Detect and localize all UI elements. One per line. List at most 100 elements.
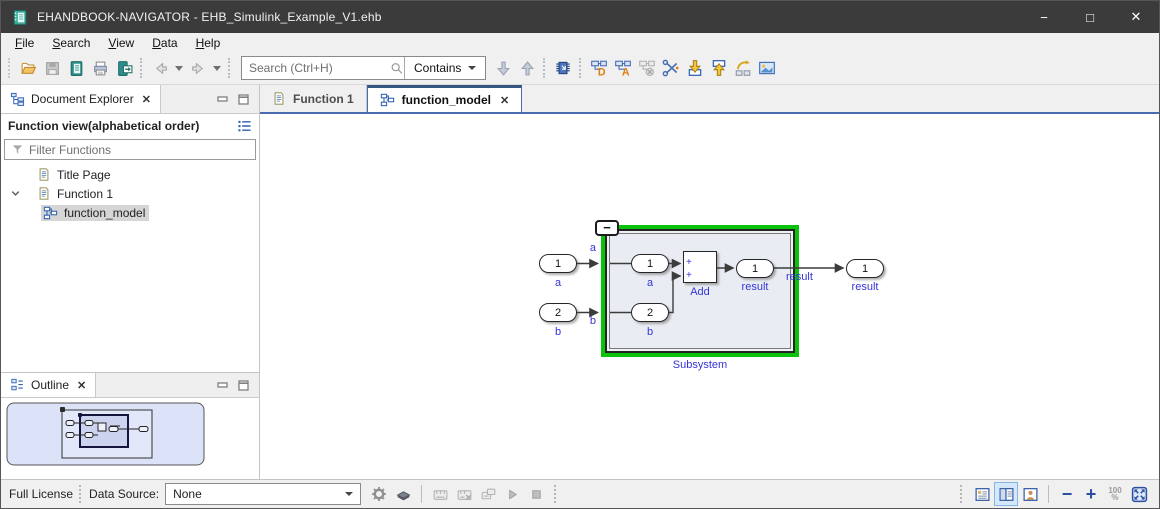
print-button[interactable] — [88, 56, 112, 80]
search-input[interactable] — [242, 61, 390, 75]
sort-document-order-button[interactable]: D — [587, 56, 611, 80]
document-explorer-panel: Document Explorer ✕ Function view(alphab… — [1, 85, 260, 479]
open-file-button[interactable] — [16, 56, 40, 80]
status-bar: Full License Data Source: None − + 100% — [1, 479, 1159, 508]
page-view-icon — [974, 486, 991, 503]
minimize-panel-icon[interactable] — [217, 94, 229, 104]
tree-item-function-model[interactable]: function_model — [1, 203, 259, 222]
menu-data[interactable]: Data — [143, 35, 186, 51]
inport-block-b[interactable]: 2 — [539, 303, 577, 322]
drill-down-button[interactable] — [683, 56, 707, 80]
maximize-panel-icon[interactable] — [238, 380, 249, 391]
outline-tab-strip: Outline ✕ — [1, 372, 259, 398]
menu-file[interactable]: File — [6, 35, 43, 51]
close-icon[interactable]: ✕ — [500, 94, 509, 107]
model-icon — [43, 206, 58, 220]
reader-view-button[interactable] — [1018, 482, 1042, 506]
menu-help[interactable]: Help — [187, 35, 230, 51]
tree-item-title-page[interactable]: Title Page — [1, 165, 259, 184]
tree-item-label: function_model — [64, 206, 145, 220]
application-window: EHANDBOOK-NAVIGATOR - EHB_Simulink_Examp… — [0, 0, 1160, 509]
close-icon[interactable]: ✕ — [142, 93, 151, 106]
open-handbook-button[interactable] — [64, 56, 88, 80]
inner-inport-block-b[interactable]: 2 — [631, 303, 669, 322]
filter-functions-input[interactable] — [29, 143, 249, 157]
inport-block-a[interactable]: 1 — [539, 254, 577, 273]
tab-label: function_model — [402, 93, 491, 107]
collapse-subsystem-button[interactable]: − — [595, 220, 619, 236]
minimize-button[interactable]: − — [1021, 1, 1067, 33]
inner-inport-block-a[interactable]: 1 — [631, 254, 669, 273]
play-button[interactable] — [500, 482, 524, 506]
zoom-in-button[interactable]: + — [1079, 482, 1103, 506]
inner-outport-label: result — [736, 281, 774, 293]
single-page-view-button[interactable] — [970, 482, 994, 506]
zoom-100-button[interactable]: 100% — [1103, 482, 1127, 506]
toolbar-separator — [579, 58, 583, 78]
model-canvas[interactable]: − 1 a 2 b a b 1 a 2 b + + Add 1 result r… — [260, 114, 1159, 479]
minimize-panel-icon[interactable] — [217, 380, 229, 390]
back-history-dropdown[interactable] — [172, 56, 186, 80]
drill-up-icon — [710, 59, 728, 77]
model-overview-button[interactable] — [755, 56, 779, 80]
filter-funnel-icon — [11, 143, 24, 156]
data-source-settings-button[interactable] — [367, 482, 391, 506]
svg-text:D: D — [598, 66, 606, 77]
navigate-forward-button[interactable] — [186, 56, 210, 80]
chevron-down-icon — [468, 66, 476, 70]
menu-view[interactable]: View — [99, 35, 143, 51]
experiment-button[interactable] — [476, 482, 500, 506]
model-icon — [380, 93, 395, 107]
save-button[interactable] — [40, 56, 64, 80]
signal-trace-button[interactable] — [659, 56, 683, 80]
maximize-button[interactable]: □ — [1067, 1, 1113, 33]
up-arrow-icon — [519, 60, 536, 77]
tab-outline[interactable]: Outline ✕ — [1, 373, 96, 397]
navigate-back-button[interactable] — [148, 56, 172, 80]
tab-document-explorer[interactable]: Document Explorer ✕ — [1, 85, 161, 113]
menu-search[interactable]: Search — [43, 35, 99, 51]
dataset-button[interactable] — [391, 482, 415, 506]
function-view-header: Function view(alphabetical order) — [1, 114, 259, 138]
maximize-panel-icon[interactable] — [238, 94, 249, 105]
search-box: Contains — [241, 56, 486, 80]
subsystem-label: Subsystem — [601, 359, 799, 371]
tree-item-label: Function 1 — [57, 187, 113, 201]
close-icon[interactable]: ✕ — [77, 379, 86, 392]
main-toolbar: Contains D A — [1, 52, 1159, 85]
add-block-label: Add — [683, 286, 717, 298]
model-view-disabled-button[interactable] — [635, 56, 659, 80]
tab-function-1[interactable]: Function 1 — [260, 85, 367, 112]
reader-view-icon — [1022, 486, 1039, 503]
measurement-button[interactable] — [428, 482, 452, 506]
zoom-out-button[interactable]: − — [1055, 482, 1079, 506]
data-source-value: None — [173, 487, 202, 501]
previous-result-button[interactable] — [515, 56, 539, 80]
sort-alphabetical-button[interactable]: A — [611, 56, 635, 80]
jump-to-parent-button[interactable] — [731, 56, 755, 80]
fit-to-window-button[interactable] — [1127, 482, 1151, 506]
show-model-button[interactable] — [551, 56, 575, 80]
split-view-button[interactable] — [994, 482, 1018, 506]
gear-icon — [371, 486, 387, 502]
view-menu-icon[interactable] — [237, 119, 252, 133]
stop-button[interactable] — [524, 482, 548, 506]
tree-item-function-1[interactable]: Function 1 — [1, 184, 259, 203]
model-thumbnail[interactable] — [6, 402, 206, 468]
tab-function-model[interactable]: function_model ✕ — [367, 85, 523, 112]
inner-outport-block-result[interactable]: 1 — [736, 259, 774, 278]
close-button[interactable]: ✕ — [1113, 1, 1159, 33]
drill-up-button[interactable] — [707, 56, 731, 80]
chevron-expanded-icon[interactable] — [10, 188, 21, 199]
forward-history-dropdown[interactable] — [210, 56, 224, 80]
data-source-select[interactable]: None — [165, 483, 361, 505]
measurement-remove-button[interactable] — [452, 482, 476, 506]
subsystem-port-label-a: a — [578, 242, 596, 254]
next-result-button[interactable] — [491, 56, 515, 80]
contains-dropdown[interactable]: Contains — [404, 57, 485, 79]
forward-arrow-icon — [190, 60, 207, 77]
outline-thumbnail-area — [1, 399, 259, 479]
outport-block-result[interactable]: 1 — [846, 259, 884, 278]
export-handbook-button[interactable] — [112, 56, 136, 80]
editor-tab-strip: Function 1 function_model ✕ — [260, 85, 1159, 114]
